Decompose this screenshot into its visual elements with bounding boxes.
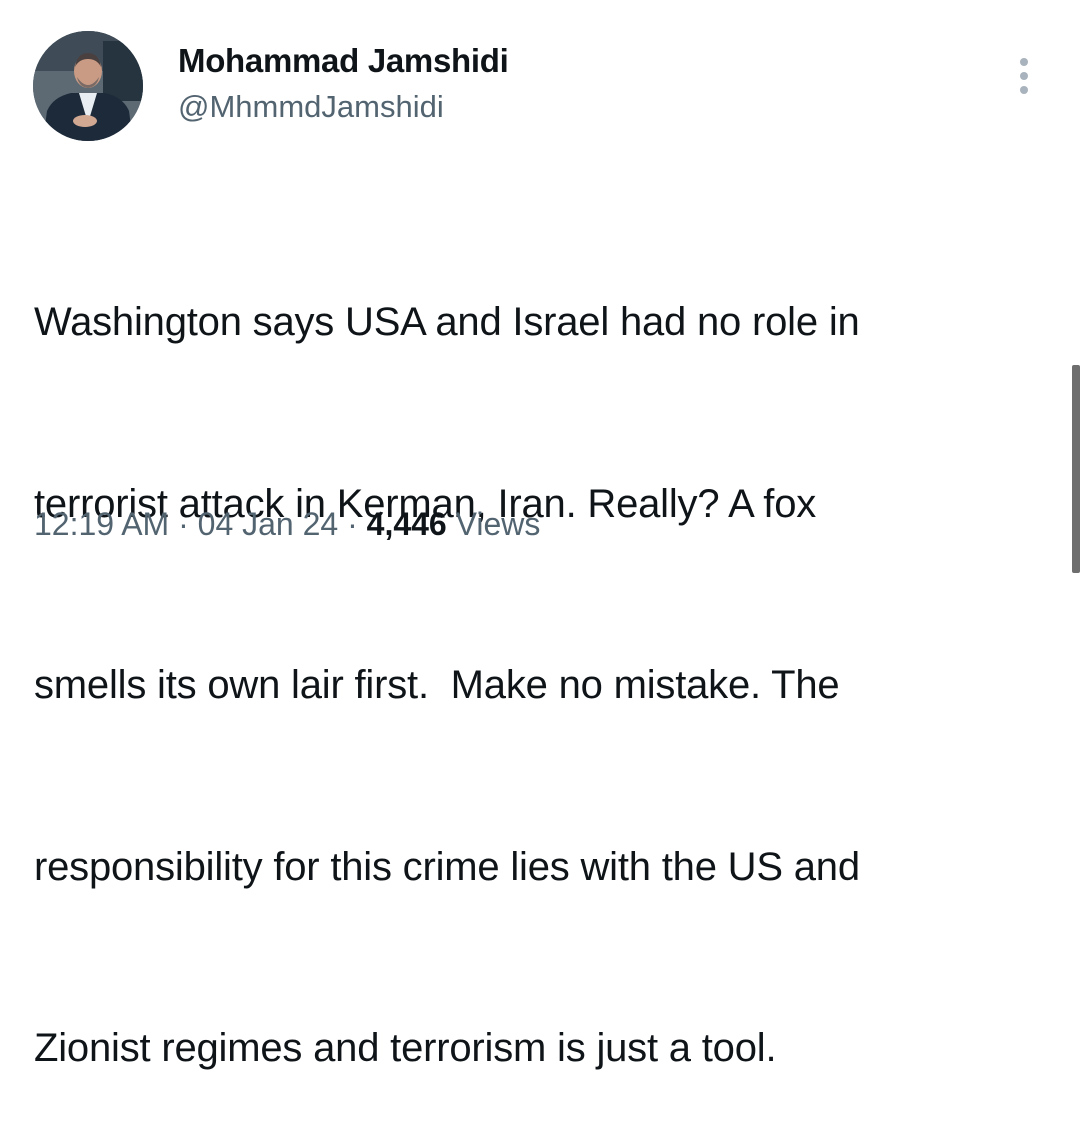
more-vertical-icon-dot (1020, 86, 1028, 94)
scrollbar-thumb[interactable] (1072, 365, 1080, 573)
views-count[interactable]: 4,446 (367, 506, 447, 542)
tweet-date[interactable]: 04 Jan 24 (198, 506, 339, 542)
meta-separator: · (169, 506, 198, 542)
avatar[interactable] (33, 31, 143, 141)
author-display-name[interactable]: Mohammad Jamshidi (178, 40, 509, 82)
author-block: Mohammad Jamshidi @MhmmdJamshidi (178, 40, 509, 127)
tweet-card: Mohammad Jamshidi @MhmmdJamshidi Washing… (0, 0, 1080, 1070)
more-options-button[interactable] (1008, 56, 1040, 96)
tweet-text: Washington says USA and Israel had no ro… (34, 171, 1054, 1146)
views-label: Views (446, 506, 541, 542)
more-vertical-icon-dot (1020, 72, 1028, 80)
more-vertical-icon (1020, 58, 1028, 66)
avatar-photo (33, 31, 143, 141)
author-handle[interactable]: @MhmmdJamshidi (178, 87, 508, 127)
tweet-text-line: responsibility for this crime lies with … (34, 844, 860, 889)
tweet-text-line: smells its own lair first. Make no mista… (34, 663, 840, 707)
tweet-text-line: Washington says USA and Israel had no ro… (34, 300, 860, 344)
tweet-time[interactable]: 12:19 AM (34, 506, 169, 542)
tweet-text-line: Zionist regimes and terrorism is just a … (34, 1026, 777, 1070)
meta-separator: · (338, 506, 367, 542)
tweet-meta: 12:19 AM · 04 Jan 24 · 4,446 Views (34, 502, 540, 546)
